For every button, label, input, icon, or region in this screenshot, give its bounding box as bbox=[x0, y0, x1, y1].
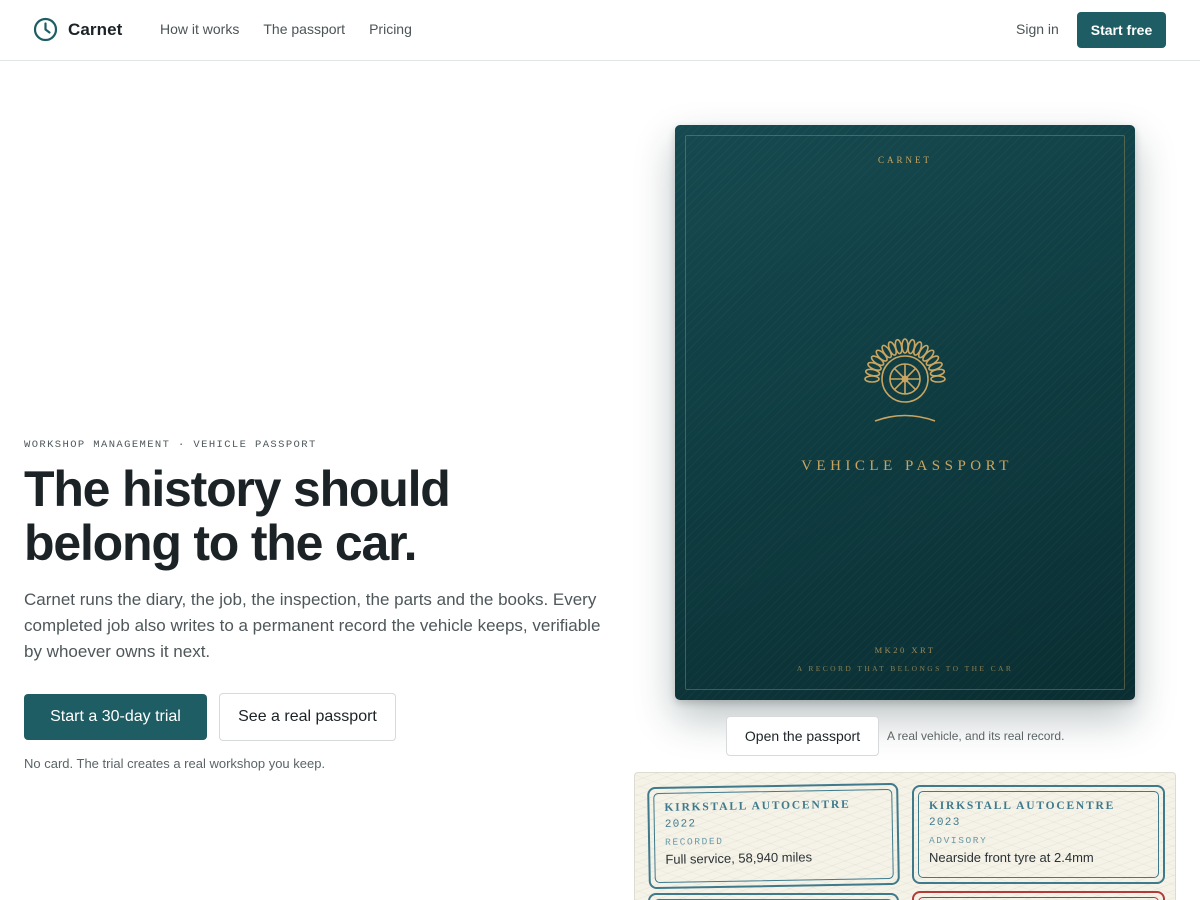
laurel-petal bbox=[864, 375, 880, 383]
hero-headline: The history should belong to the car. bbox=[24, 462, 544, 570]
top-navigation-bar: Carnet How it works The passport Pricing… bbox=[0, 0, 1200, 61]
wheel-laurel-emblem-icon bbox=[864, 338, 946, 422]
start-free-button[interactable]: Start free bbox=[1077, 12, 1166, 48]
open-passport-caption: A real vehicle, and its real record. bbox=[887, 729, 1065, 743]
passport-registration: MK20 XRT bbox=[874, 645, 936, 655]
laurel-petal bbox=[901, 338, 909, 354]
service-stamp[interactable]: KIRKSTALL AUTOCENTRE 2022 RECORDED Full … bbox=[647, 782, 900, 890]
open-passport-button[interactable]: Open the passport bbox=[726, 716, 879, 756]
nav-link-the-passport[interactable]: The passport bbox=[263, 21, 345, 37]
stamp-detail: Full service, 58,940 miles bbox=[665, 849, 813, 867]
advisory-stamp[interactable]: KIRKSTALL AUTOCENTRE 2023 ADVISORY Nears… bbox=[912, 785, 1165, 884]
passport-title: VEHICLE PASSPORT bbox=[801, 458, 1013, 474]
primary-nav: How it works The passport Pricing bbox=[160, 21, 412, 37]
start-trial-button[interactable]: Start a 30-day trial bbox=[24, 694, 207, 740]
hero-eyebrow: WORKSHOP MANAGEMENT · VEHICLE PASSPORT bbox=[24, 439, 317, 451]
brand-name: Carnet bbox=[68, 19, 123, 39]
clock-logo-icon bbox=[33, 17, 58, 42]
laurel-petal bbox=[930, 375, 946, 383]
stamp-status: ADVISORY bbox=[929, 835, 988, 846]
vehicle-passport-cover[interactable]: CARNET VEHICLE PASSPORT MK20 XRT A RECOR… bbox=[675, 125, 1135, 700]
stamp-detail: Nearside front tyre at 2.4mm bbox=[929, 850, 1094, 865]
see-passport-button[interactable]: See a real passport bbox=[219, 693, 396, 741]
stamp-inner-border: KIRKSTALL AUTOCENTRE 2023 ADVISORY Nears… bbox=[918, 791, 1159, 878]
brand-logo-link[interactable]: Carnet bbox=[33, 17, 122, 42]
partial-stamp bbox=[648, 893, 899, 900]
passport-stamp-sheet: KIRKSTALL AUTOCENTRE 2022 RECORDED Full … bbox=[634, 772, 1176, 900]
sign-in-link[interactable]: Sign in bbox=[1016, 21, 1059, 37]
stamp-status: RECORDED bbox=[664, 835, 724, 848]
hero-headline-line-2: belong to the car. bbox=[24, 515, 418, 571]
stamp-year: 2022 bbox=[664, 818, 697, 831]
trial-fineprint: No card. The trial creates a real worksh… bbox=[24, 756, 326, 771]
hero-headline-line-1: The history should bbox=[24, 461, 451, 517]
stamp-garage-name: KIRKSTALL AUTOCENTRE bbox=[664, 798, 851, 814]
hero-description: Carnet runs the diary, the job, the insp… bbox=[24, 590, 601, 661]
stamp-garage-name: KIRKSTALL AUTOCENTRE bbox=[929, 800, 1116, 812]
nav-link-how-it-works[interactable]: How it works bbox=[160, 21, 239, 37]
stamp-year: 2023 bbox=[929, 817, 961, 829]
nav-link-pricing[interactable]: Pricing bbox=[369, 21, 412, 37]
passport-brand: CARNET bbox=[878, 155, 932, 165]
partial-red-stamp bbox=[912, 891, 1165, 900]
stamp-inner-border: KIRKSTALL AUTOCENTRE 2022 RECORDED Full … bbox=[653, 788, 894, 884]
passport-tagline: A RECORD THAT BELONGS TO THE CAR bbox=[796, 664, 1014, 673]
